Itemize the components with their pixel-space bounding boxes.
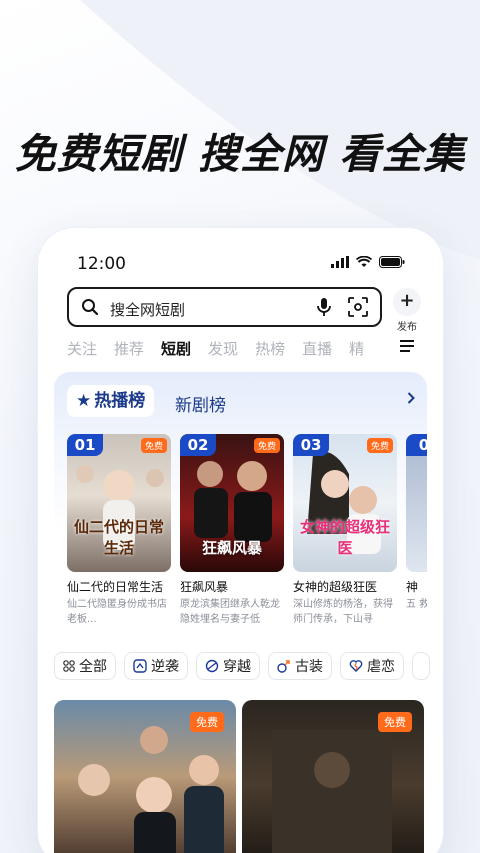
menu-icon[interactable] [400,340,414,352]
card-desc: 仙二代隐匿身份成书店老板... [67,599,167,625]
signal-icon [331,256,349,268]
drama-feed: 免费 免费 [54,700,424,853]
tab-follow[interactable]: 关注 [67,338,97,362]
grid-icon [63,660,75,672]
genre-all[interactable]: 全部 [54,652,116,680]
genre-filters: 全部 逆袭 穿越 古装 虐恋 [54,652,430,680]
genre-costume[interactable]: 古装 [268,652,332,680]
costume-icon [277,660,290,673]
tab-hot-ranking[interactable]: ★ 热播榜 [67,385,155,417]
genre-label: 全部 [79,659,107,675]
feed-card[interactable]: 免费 [242,700,424,853]
hot-ranking-label: 热播榜 [94,391,146,411]
tab-hot[interactable]: 热榜 [255,338,285,362]
search-placeholder: 搜全网短剧 [110,301,186,319]
feed-card[interactable]: 免费 [54,700,236,853]
rank-number: 0 [406,434,427,456]
genre-comeback[interactable]: 逆袭 [124,652,188,680]
poster-image: 02 免费 狂飙风暴 [180,434,284,572]
free-badge: 免费 [366,438,393,453]
tab-short-drama[interactable]: 短剧 [161,338,191,362]
nav-tabs: 关注 推荐 短剧 发现 热榜 直播 精 [67,338,419,362]
wifi-icon [356,256,372,267]
rank-number: 02 [180,434,216,456]
star-icon: ★ [76,391,92,411]
rank-card[interactable]: 03 免费 女神的超级狂医 女神的超级狂医 深山修炼的杨洛，获得师门传承，下山寻 [293,434,397,627]
rank-card[interactable]: 02 免费 狂飙风暴 狂飙风暴 原龙滨集团继承人乾龙隐姓埋名与妻子低 [180,434,284,627]
chevron-right-icon[interactable] [407,392,415,404]
scan-icon[interactable] [348,297,368,317]
free-badge: 免费 [253,438,280,453]
comeback-icon [133,659,147,673]
search-icon [82,299,99,316]
tab-discover[interactable]: 发现 [208,338,238,362]
time-travel-icon [205,659,219,673]
rank-card[interactable]: 0 神 五 救 [406,434,427,627]
publish-button[interactable]: + 发布 [391,288,423,333]
rank-card[interactable]: 01 免费 仙二代的日常生活 仙二代的日常生活 仙二代隐匿身份成书店老板... [67,434,171,627]
rank-cards: 01 免费 仙二代的日常生活 仙二代的日常生活 仙二代隐匿身份成书店老板... … [67,434,427,627]
genre-heartbreak[interactable]: 虐恋 [340,652,404,680]
tab-live[interactable]: 直播 [302,338,332,362]
card-title: 神 [406,580,419,594]
poster-image: 01 免费 仙二代的日常生活 [67,434,171,572]
status-time: 12:00 [77,254,126,274]
genre-label: 逆袭 [151,659,179,675]
search-input[interactable]: 搜全网短剧 [67,287,382,327]
poster-title: 女神的超级狂医 [299,518,390,557]
genre-time-travel[interactable]: 穿越 [196,652,260,680]
rank-panel: ★ 热播榜 新剧榜 01 免费 仙二代的日常生活 仙二代的日常生活 仙二代隐匿身… [54,372,427,640]
tab-new-ranking[interactable]: 新剧榜 [175,391,226,416]
battery-icon [379,256,405,268]
plus-icon: + [393,288,421,316]
rank-number: 01 [67,434,103,456]
poster-title: 仙二代的日常生活 [73,518,164,557]
genre-more[interactable] [412,652,430,680]
card-title: 狂飙风暴 [180,580,229,594]
tab-featured[interactable]: 精 [349,338,364,362]
rank-number: 03 [293,434,329,456]
tab-recommend[interactable]: 推荐 [114,338,144,362]
free-badge: 免费 [378,712,412,732]
phone-frame: 12:00 搜全网短剧 + 发布 关注 推荐 短剧 发现 热榜 直播 精 ★ 热… [38,228,443,853]
card-title: 女神的超级狂医 [293,580,378,594]
poster-image: 03 免费 女神的超级狂医 [293,434,397,572]
publish-label: 发布 [397,322,417,333]
headline: 免费短剧 搜全网 看全集 [14,130,466,178]
free-badge: 免费 [190,712,224,732]
microphone-icon[interactable] [316,297,332,317]
card-desc: 深山修炼的杨洛，获得师门传承，下山寻 [293,599,393,625]
genre-label: 虐恋 [367,659,395,675]
genre-label: 古装 [295,659,323,675]
card-title: 仙二代的日常生活 [67,580,164,594]
broken-heart-icon [349,660,363,672]
card-desc: 五 救 [406,599,427,610]
poster-image: 0 [406,434,427,572]
poster-title: 狂飙风暴 [201,539,262,557]
genre-label: 穿越 [223,659,251,675]
card-desc: 原龙滨集团继承人乾龙隐姓埋名与妻子低 [180,599,280,625]
status-bar: 12:00 [76,252,405,274]
free-badge: 免费 [140,438,167,453]
